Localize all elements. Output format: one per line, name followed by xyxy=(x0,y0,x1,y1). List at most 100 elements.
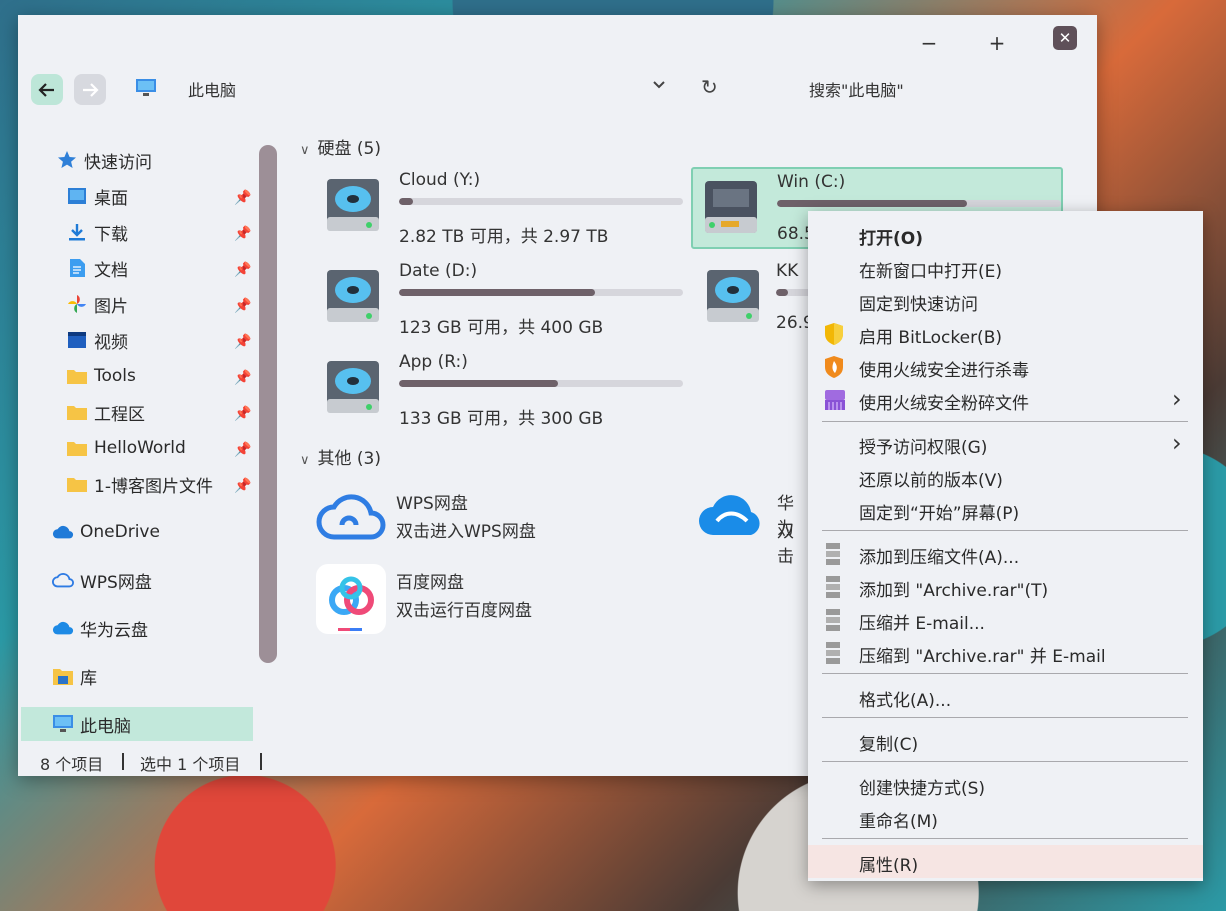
pin-icon[interactable]: 📌 xyxy=(234,406,251,422)
drive-item[interactable]: App (R:) 133 GB 可用，共 300 GB xyxy=(313,349,683,429)
sidebar-item-videos[interactable]: 视频 xyxy=(66,323,128,357)
menu-item-compress-rar-email[interactable]: 压缩到 "Archive.rar" 并 E-mail xyxy=(808,636,1203,669)
menu-item-properties[interactable]: 属性(R) xyxy=(808,845,1203,878)
search-input[interactable]: 搜索"此电脑" xyxy=(809,77,904,101)
refresh-button[interactable]: ↻ xyxy=(701,75,718,99)
menu-item-open[interactable]: 打开(O) xyxy=(808,218,1203,251)
item-desc: 双击进入WPS网盘 xyxy=(396,522,536,542)
cloud-icon xyxy=(52,521,74,543)
sidebar-item-desktop[interactable]: 桌面 xyxy=(66,179,128,213)
drive-usage-fill xyxy=(399,198,414,205)
folder-icon xyxy=(66,437,88,459)
huawei-cloud-icon xyxy=(52,617,74,639)
drive-item[interactable]: Date (D:) 123 GB 可用，共 400 GB xyxy=(313,258,683,338)
menu-item-format[interactable]: 格式化(A)... xyxy=(808,680,1203,713)
sidebar-item-pictures[interactable]: 图片 xyxy=(66,287,128,321)
pin-icon[interactable]: 📌 xyxy=(234,478,251,494)
baidu-netdisk-icon xyxy=(316,564,386,638)
back-button[interactable] xyxy=(31,74,63,105)
menu-item-pin-start[interactable]: 固定到“开始”屏幕(P) xyxy=(808,493,1203,526)
drive-name: KK xyxy=(776,261,799,281)
sidebar-scrollbar[interactable] xyxy=(259,145,277,663)
drive-usage-fill xyxy=(399,289,595,296)
download-icon xyxy=(66,221,88,243)
pin-icon[interactable]: 📌 xyxy=(234,190,251,206)
drive-usage-bar xyxy=(399,289,683,296)
shield-icon xyxy=(823,322,847,346)
pin-icon[interactable]: 📌 xyxy=(234,334,251,350)
menu-item-pin-quick-access[interactable]: 固定到快速访问 xyxy=(808,284,1203,317)
menu-item-grant-access[interactable]: 授予访问权限(G) › xyxy=(808,427,1203,460)
forward-button[interactable] xyxy=(74,74,106,105)
menu-label: 复制(C) xyxy=(859,735,919,755)
wps-drive-item[interactable]: WPS网盘 双击进入WPS网盘 xyxy=(316,485,676,557)
menu-item-copy[interactable]: 复制(C) xyxy=(808,724,1203,757)
pin-icon[interactable]: 📌 xyxy=(234,262,251,278)
address-dropdown-icon[interactable] xyxy=(652,77,666,95)
menu-item-huorong-shred[interactable]: 使用火绒安全粉碎文件 › xyxy=(808,383,1203,416)
sidebar-item-helloworld[interactable]: HelloWorld xyxy=(66,431,186,465)
baidu-drive-item[interactable]: 百度网盘 双击运行百度网盘 xyxy=(316,564,676,636)
hard-disk-icon xyxy=(705,268,761,330)
sidebar-item-label: HelloWorld xyxy=(94,438,186,458)
sidebar-item-label: 工程区 xyxy=(94,404,145,425)
menu-label: 使用火绒安全进行杀毒 xyxy=(859,361,1029,381)
close-button[interactable]: ✕ xyxy=(1053,26,1077,50)
sidebar-item-onedrive[interactable]: OneDrive xyxy=(52,515,160,549)
menu-item-huorong-scan[interactable]: 使用火绒安全进行杀毒 xyxy=(808,350,1203,383)
menu-item-add-archive[interactable]: 添加到压缩文件(A)... xyxy=(808,537,1203,570)
video-icon xyxy=(66,329,88,351)
huawei-drive-item[interactable]: 华为 双击 xyxy=(697,485,797,567)
sidebar-item-tools[interactable]: Tools xyxy=(66,359,136,393)
sidebar-item-label: 库 xyxy=(80,668,97,689)
pin-icon[interactable]: 📌 xyxy=(234,298,251,314)
menu-item-rename[interactable]: 重命名(M) xyxy=(808,801,1203,834)
sidebar-item-label: 下载 xyxy=(94,224,128,245)
wps-cloud-icon xyxy=(316,485,386,547)
drive-item[interactable]: Cloud (Y:) 2.82 TB 可用，共 2.97 TB xyxy=(313,167,683,247)
menu-item-compress-email[interactable]: 压缩并 E-mail... xyxy=(808,603,1203,636)
context-menu: 打开(O) 在新窗口中打开(E) 固定到快速访问 启用 BitLocker(B)… xyxy=(808,211,1203,881)
pin-icon[interactable]: 📌 xyxy=(234,370,251,386)
minimize-button[interactable]: − xyxy=(915,29,943,57)
menu-label: 还原以前的版本(V) xyxy=(859,471,1003,491)
sidebar-quick-access[interactable]: 快速访问 xyxy=(56,143,152,177)
menu-label: 启用 BitLocker(B) xyxy=(859,328,1002,348)
sidebar-item-engineering[interactable]: 工程区 xyxy=(66,395,145,429)
pin-icon[interactable]: 📌 xyxy=(234,226,251,242)
system-disk-icon xyxy=(703,179,759,239)
chevron-down-icon: ∨ xyxy=(300,453,310,468)
sidebar-item-this-pc[interactable]: 此电脑 xyxy=(21,707,253,741)
menu-item-create-shortcut[interactable]: 创建快捷方式(S) xyxy=(808,768,1203,801)
menu-label: 授予访问权限(G) xyxy=(859,438,988,458)
other-group-header[interactable]: ∨ 其他 (3) xyxy=(300,444,381,469)
sidebar-item-label: 桌面 xyxy=(94,188,128,209)
pin-icon[interactable]: 📌 xyxy=(234,442,251,458)
drive-name: Win (C:) xyxy=(777,172,846,192)
archive-icon xyxy=(823,608,847,632)
menu-item-bitlocker[interactable]: 启用 BitLocker(B) xyxy=(808,317,1203,350)
drives-group-header[interactable]: ∨ 硬盘 (5) xyxy=(300,134,381,159)
sidebar-item-wps[interactable]: WPS网盘 xyxy=(52,563,152,597)
archive-icon xyxy=(823,575,847,599)
sidebar-item-label: 华为云盘 xyxy=(80,620,148,641)
sidebar-item-huawei[interactable]: 华为云盘 xyxy=(52,611,148,645)
item-count: 8 个项目 xyxy=(40,755,104,774)
sidebar-item-downloads[interactable]: 下载 xyxy=(66,215,128,249)
hard-disk-icon xyxy=(325,359,381,421)
menu-item-restore-versions[interactable]: 还原以前的版本(V) xyxy=(808,460,1203,493)
menu-item-open-new-window[interactable]: 在新窗口中打开(E) xyxy=(808,251,1203,284)
drive-usage-fill xyxy=(399,380,559,387)
address-bar[interactable]: 此电脑 xyxy=(188,77,236,101)
drive-free-space: 133 GB 可用，共 300 GB xyxy=(399,409,604,429)
group-label: 其他 (3) xyxy=(317,449,381,469)
menu-item-add-archive-rar[interactable]: 添加到 "Archive.rar"(T) xyxy=(808,570,1203,603)
item-desc: 双击 xyxy=(777,522,794,567)
group-label: 硬盘 (5) xyxy=(317,139,381,159)
item-name: 百度网盘 xyxy=(396,573,464,593)
sidebar-item-documents[interactable]: 文档 xyxy=(66,251,128,285)
hard-disk-icon xyxy=(325,268,381,330)
sidebar-item-blog-images[interactable]: 1-博客图片文件 xyxy=(66,467,213,501)
sidebar-item-library[interactable]: 库 xyxy=(52,659,97,693)
maximize-button[interactable]: + xyxy=(983,29,1011,57)
